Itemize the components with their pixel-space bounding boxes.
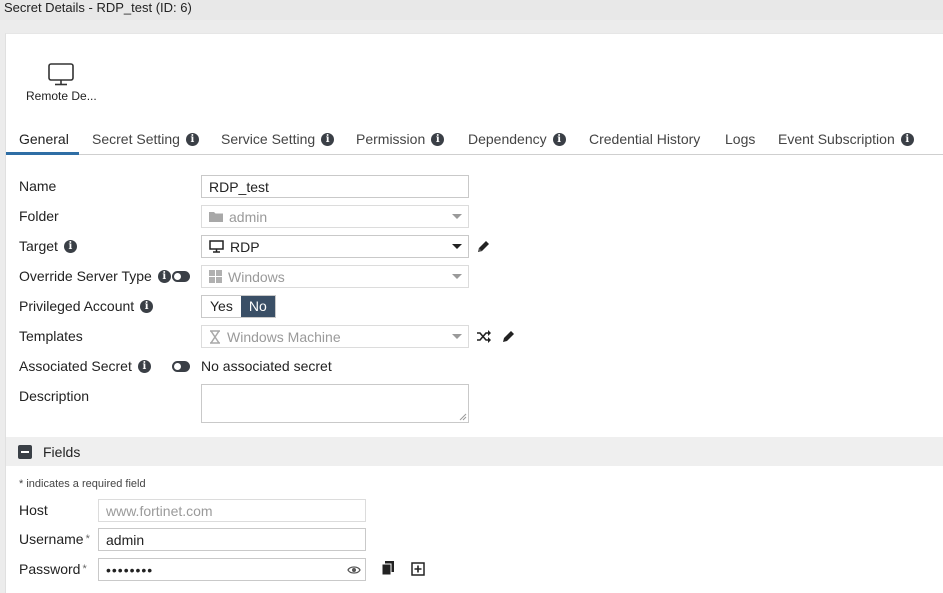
edit-pencil-icon[interactable]: [476, 239, 491, 254]
tab-label: General: [19, 131, 69, 147]
shuffle-icon[interactable]: [476, 330, 491, 343]
required-note: * indicates a required field: [19, 478, 146, 490]
label-text: Host: [19, 502, 48, 518]
label-text: Target: [19, 238, 58, 254]
fields-section-header[interactable]: Fields: [6, 437, 943, 466]
tab-credential-history[interactable]: Credential History: [589, 131, 700, 147]
info-icon[interactable]: i: [157, 269, 171, 283]
password-label: Password *: [19, 561, 87, 577]
info-icon[interactable]: i: [137, 359, 151, 373]
tab-label: Event Subscription: [778, 131, 895, 147]
label-text: Associated Secret: [19, 358, 132, 374]
monitor-icon: [209, 240, 224, 253]
associated-secret-toggle[interactable]: [172, 361, 190, 372]
monitor-icon: [48, 63, 74, 86]
secret-type-label: Remote De...: [26, 89, 97, 103]
host-label: Host: [19, 502, 48, 518]
target-select[interactable]: RDP: [201, 235, 469, 258]
label-text: Password: [19, 561, 81, 577]
tab-label: Service Setting: [221, 131, 316, 147]
description-label: Description: [19, 388, 89, 404]
tab-service-setting[interactable]: Service Setting i: [221, 131, 335, 147]
windows-icon: [209, 270, 222, 283]
name-value: RDP_test: [209, 178, 269, 195]
hourglass-icon: [210, 329, 220, 344]
description-textarea[interactable]: [201, 384, 469, 423]
label-text: Override Server Type: [19, 268, 152, 284]
info-icon[interactable]: i: [431, 132, 445, 146]
username-label: Username *: [19, 531, 90, 547]
username-input[interactable]: admin: [98, 528, 366, 551]
copy-icon[interactable]: [382, 561, 395, 576]
label-text: Description: [19, 388, 90, 404]
info-icon[interactable]: i: [140, 299, 154, 313]
label-text: Privileged Account: [19, 298, 135, 314]
tab-secret-setting[interactable]: Secret Setting i: [92, 131, 199, 147]
username-value: admin: [106, 531, 145, 548]
info-icon[interactable]: i: [321, 132, 335, 146]
label-text: No associated secret: [201, 358, 332, 374]
secret-type-button[interactable]: Remote De...: [26, 60, 97, 103]
required-mark: *: [85, 533, 90, 545]
label-text: Name: [19, 178, 57, 194]
chevron-down-icon: [452, 274, 462, 279]
chevron-down-icon: [452, 244, 462, 249]
resize-handle-icon[interactable]: [459, 413, 467, 421]
password-input[interactable]: ••••••••: [98, 558, 366, 581]
label-text: Username: [19, 531, 84, 547]
host-input[interactable]: www.fortinet.com: [98, 499, 366, 522]
associated-secret-value: No associated secret: [201, 358, 332, 374]
secret-details-panel: Remote De... General Secret Setting i Ser…: [5, 33, 943, 593]
tab-bar: General Secret Setting i Service Setting i…: [6, 127, 943, 155]
add-box-icon[interactable]: [411, 562, 425, 576]
folder-icon: [209, 212, 223, 222]
tab-label: Credential History: [589, 131, 701, 147]
tab-dependency[interactable]: Dependency i: [468, 131, 566, 147]
name-label: Name: [19, 178, 56, 194]
privileged-account-toggle: Yes No: [201, 295, 276, 318]
info-icon[interactable]: i: [900, 132, 914, 146]
privileged-no-button[interactable]: No: [240, 296, 275, 317]
active-tab-indicator: [6, 152, 79, 155]
host-placeholder: www.fortinet.com: [106, 502, 213, 519]
info-icon[interactable]: i: [552, 132, 566, 146]
privileged-account-label: Privileged Account i: [19, 298, 154, 314]
override-server-type-toggle[interactable]: [172, 271, 190, 282]
target-value: RDP: [230, 238, 260, 255]
collapse-icon[interactable]: [18, 445, 32, 459]
tab-label: Dependency: [468, 131, 547, 147]
chevron-down-icon: [452, 334, 462, 339]
templates-select[interactable]: Windows Machine: [201, 325, 469, 348]
associated-secret-label: Associated Secret i: [19, 358, 151, 374]
folder-label: Folder: [19, 208, 59, 224]
override-server-type-label: Override Server Type i: [19, 268, 171, 284]
templates-value: Windows Machine: [227, 328, 341, 345]
templates-label: Templates: [19, 328, 83, 344]
tab-logs[interactable]: Logs: [725, 131, 755, 147]
tab-general[interactable]: General: [19, 131, 69, 147]
server-type-select[interactable]: Windows: [201, 265, 469, 288]
info-icon[interactable]: i: [185, 132, 199, 146]
required-mark: *: [82, 563, 87, 575]
tab-permission[interactable]: Permission i: [356, 131, 445, 147]
privileged-yes-button[interactable]: Yes: [202, 296, 241, 317]
tab-label: Logs: [725, 131, 756, 147]
label-text: Folder: [19, 208, 59, 224]
info-icon[interactable]: i: [63, 239, 77, 253]
password-value: ••••••••: [106, 561, 154, 578]
folder-select[interactable]: admin: [201, 205, 469, 228]
edit-pencil-icon[interactable]: [501, 329, 516, 344]
eye-icon[interactable]: [347, 565, 361, 575]
target-label: Target i: [19, 238, 77, 254]
tab-label: Secret Setting: [92, 131, 180, 147]
window-title: Secret Details - RDP_test (ID: 6): [0, 0, 943, 20]
tab-label: Permission: [356, 131, 426, 147]
folder-value: admin: [229, 208, 268, 225]
name-input[interactable]: RDP_test: [201, 175, 469, 198]
server-type-value: Windows: [228, 268, 285, 285]
tab-event-subscription[interactable]: Event Subscription i: [778, 131, 914, 147]
chevron-down-icon: [452, 214, 462, 219]
label-text: Templates: [19, 328, 83, 344]
fields-title: Fields: [43, 444, 81, 460]
